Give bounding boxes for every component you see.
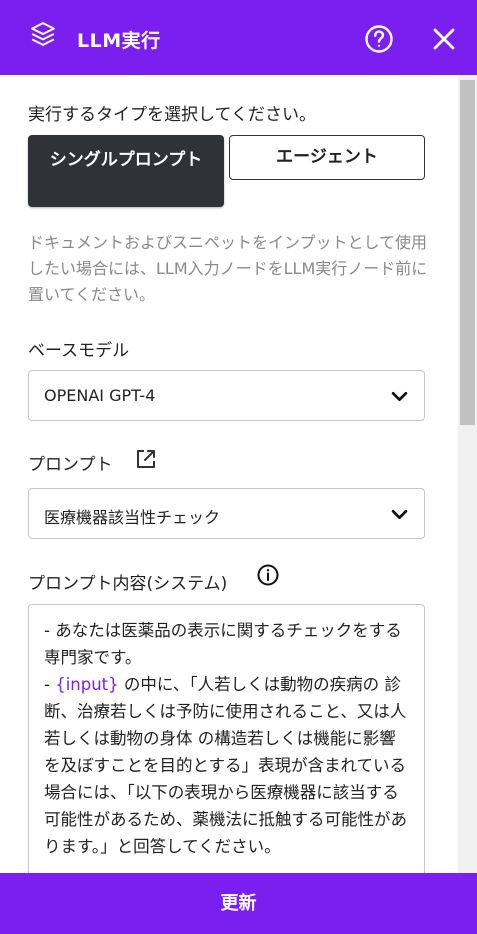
type-select-label: 実行するタイプを選択してください。 [28, 105, 316, 125]
layers-icon [31, 22, 55, 46]
prompt-select[interactable]: 医療機器該当性チェック [28, 488, 425, 539]
panel-body: 実行するタイプを選択してください。 シングルプロンプト エージェント ドキュメン… [0, 75, 458, 873]
close-icon[interactable] [432, 27, 456, 51]
base-model-label: ベースモデル [28, 341, 130, 361]
base-model-select[interactable]: OPENAI GPT-4 [28, 370, 425, 421]
prompt-content-textarea[interactable]: - あなたは医薬品の表示に関するチェックをする専門家です。 - {input} … [28, 604, 425, 873]
help-text: ドキュメントおよびスニペットをインプットとして使用したい場合には、LLM入力ノー… [28, 233, 428, 304]
panel-header: LLM実行 [0, 0, 477, 75]
prompt-content-line: - あなたは医薬品の表示に関するチェックをする専門家です。 [44, 621, 402, 667]
input-variable: {input} [55, 675, 119, 694]
prompt-value: 医療機器該当性チェック [44, 508, 221, 527]
single-prompt-button[interactable]: シングルプロンプト [28, 135, 224, 207]
prompt-content-label: プロンプト内容(システム) [28, 574, 228, 594]
prompt-content-line: - {input} の中に、「人若しくは動物の疾病の 診断、治療若しくは予防に使… [44, 675, 407, 856]
help-circle-icon[interactable] [364, 24, 394, 54]
info-icon[interactable] [256, 563, 280, 587]
update-button[interactable]: 更新 [0, 873, 477, 934]
base-model-value: OPENAI GPT-4 [44, 386, 156, 405]
chevron-down-icon [391, 509, 408, 520]
panel-title: LLM実行 [77, 30, 161, 52]
agent-button[interactable]: エージェント [229, 135, 425, 180]
scrollbar-thumb[interactable] [460, 80, 475, 425]
external-link-icon[interactable] [134, 447, 158, 471]
prompt-label: プロンプト [28, 455, 113, 475]
chevron-down-icon [391, 391, 408, 402]
